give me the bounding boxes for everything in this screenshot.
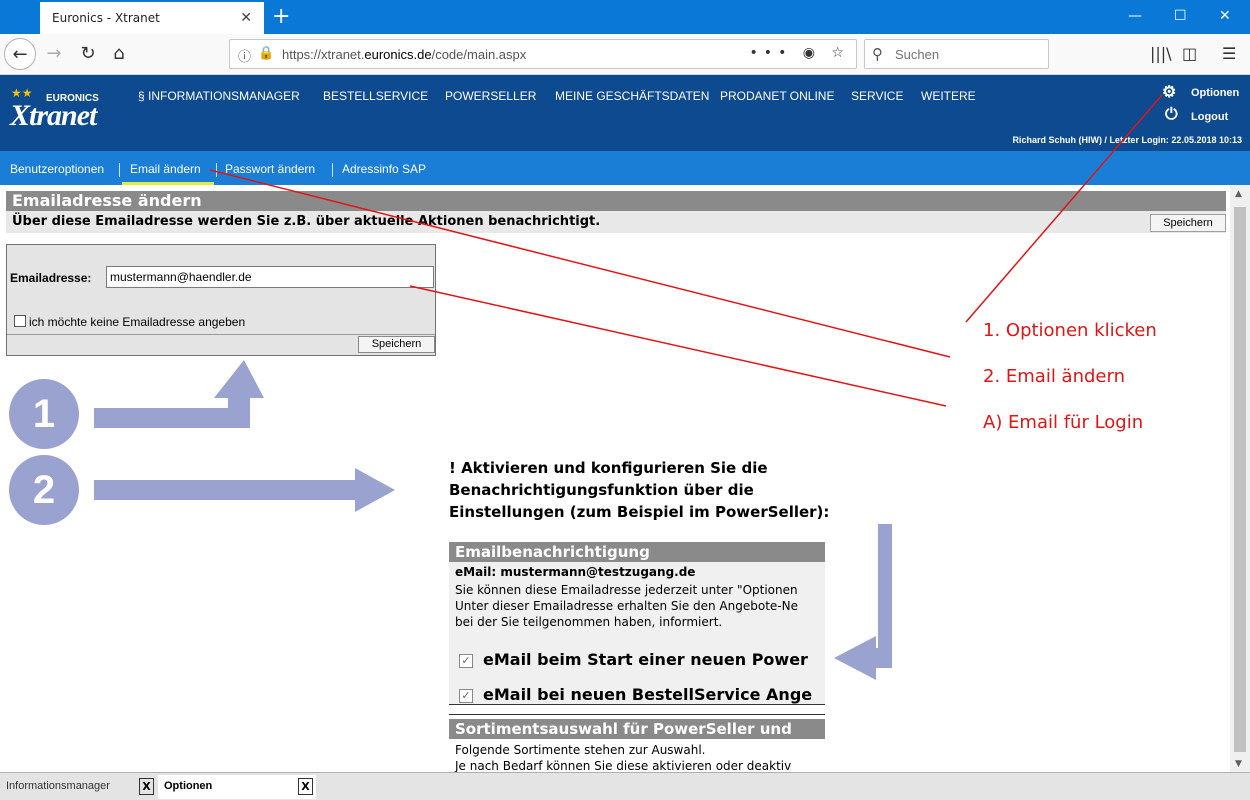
nav-geschaeftsdaten[interactable]: MEINE GESCHÄFTSDATEN	[555, 89, 709, 103]
divider	[216, 163, 217, 177]
close-tab-icon[interactable]: ✕	[240, 10, 252, 26]
scrollbar[interactable]: ▲ ▼	[1230, 185, 1250, 772]
scroll-down-icon[interactable]: ▼	[1235, 759, 1242, 769]
search-placeholder: Suchen	[895, 47, 940, 62]
page-actions-icon[interactable]: ••• ◉ ☆	[750, 45, 850, 61]
subnav-adressinfo-sap[interactable]: Adressinfo SAP	[342, 162, 426, 176]
nav-powerseller[interactable]: POWERSELLER	[445, 89, 536, 103]
browser-navbar: ← → ↻ ⌂ ⓘ 🔒 https://xtranet.euronics.de/…	[0, 34, 1250, 75]
url-bar[interactable]: ⓘ 🔒 https://xtranet.euronics.de/code/mai…	[229, 39, 857, 69]
url-text: https://xtranet.euronics.de/code/main.as…	[282, 47, 527, 62]
sidebar-icon[interactable]: ◫	[1182, 44, 1197, 63]
bottom-tab-informationsmanager[interactable]: Informationsmanager	[0, 775, 158, 799]
option-powerseller-start[interactable]: ✓ eMail beim Start einer neuen Power	[459, 650, 808, 669]
sortiment-text: Folgende Sortimente stehen zur Auswahl. …	[455, 743, 792, 772]
subnav-benutzeroptionen[interactable]: Benutzeroptionen	[10, 162, 104, 176]
email-form: Emailadresse: mustermann@haendler.de ich…	[6, 244, 436, 356]
nav-informationsmanager[interactable]: § INFORMATIONSMANAGER	[138, 89, 300, 103]
scroll-up-icon[interactable]: ▲	[1235, 189, 1242, 199]
nav-bestellservice[interactable]: BESTELLSERVICE	[323, 89, 428, 103]
notification-text: Sie können diese Emailadresse jederzeit …	[455, 583, 798, 629]
home-icon[interactable]: ⌂	[103, 38, 135, 70]
form-save-button[interactable]: Speichern	[358, 336, 435, 353]
annotation-step-a: A) Email für Login	[983, 412, 1144, 433]
option-bestellservice[interactable]: ✓ eMail bei neuen BestellService Ange	[459, 685, 812, 704]
checkbox-checked-icon[interactable]: ✓	[459, 688, 473, 703]
gear-icon: ⚙	[1162, 84, 1177, 101]
main-content: Emailadresse ändern Über diese Emailadre…	[0, 185, 1230, 772]
maximize-icon[interactable]: ☐	[1174, 8, 1187, 24]
bottom-tab-optionen[interactable]: Optionen	[158, 775, 316, 799]
browser-tab[interactable]: Euronics - Xtranet ✕	[40, 2, 264, 34]
section-subtitle: Über diese Emailadresse werden Sie z.B. …	[6, 211, 1226, 233]
back-icon[interactable]: ←	[4, 38, 36, 70]
site-header: ★★ EURONICS Xtranet § INFORMATIONSMANAGE…	[0, 75, 1250, 151]
search-icon: ⚲	[872, 45, 883, 63]
info-icon[interactable]: ⓘ	[238, 46, 251, 65]
annotation-step1: 1. Optionen klicken	[983, 320, 1157, 341]
divider	[7, 334, 435, 335]
scroll-thumb[interactable]	[1234, 207, 1246, 752]
menu-icon[interactable]: ☰	[1222, 44, 1236, 63]
divider	[449, 704, 825, 705]
sortiment-title: Sortimentsauswahl für PowerSeller und	[449, 719, 825, 739]
notification-email: eMail: mustermann@testzugang.de	[455, 565, 696, 579]
checkbox-checked-icon[interactable]: ✓	[459, 653, 473, 668]
reload-icon[interactable]: ↻	[72, 38, 104, 70]
section-save-button[interactable]: Speichern	[1150, 214, 1226, 232]
notification-body: eMail: mustermann@testzugang.de Sie könn…	[449, 562, 825, 704]
minimize-icon[interactable]: —	[1128, 8, 1142, 24]
new-tab-button[interactable]: +	[272, 4, 290, 29]
annotation-step2: 2. Email ändern	[983, 366, 1125, 387]
divider	[449, 714, 825, 715]
stars-icon: ★★	[11, 86, 33, 100]
forward-icon[interactable]: →	[38, 38, 70, 70]
euronics-logo[interactable]: ★★ EURONICS Xtranet	[8, 83, 118, 145]
nav-service[interactable]: SERVICE	[851, 89, 903, 103]
email-label: Emailadresse:	[10, 271, 92, 285]
step-1-marker: 1	[9, 379, 79, 449]
library-icon[interactable]: |||\	[1150, 44, 1172, 63]
notification-title: Emailbenachrichtigung	[449, 542, 825, 562]
notification-panel: Emailbenachrichtigung eMail: mustermann@…	[449, 542, 825, 772]
divider	[119, 163, 120, 177]
bottom-tab-bar: Informationsmanager X Optionen X	[0, 772, 1250, 800]
step-2-marker: 2	[9, 455, 79, 525]
sub-nav: Benutzeroptionen Email ändern Passwort ä…	[0, 151, 1250, 185]
close-window-icon[interactable]: ✕	[1219, 8, 1231, 24]
email-input[interactable]: mustermann@haendler.de	[106, 266, 434, 288]
nav-weitere[interactable]: WEITERE	[921, 89, 976, 103]
browser-titlebar: Euronics - Xtranet ✕ + — ☐ ✕	[0, 0, 1250, 34]
close-icon[interactable]: X	[298, 778, 313, 795]
subnav-passwort-aendern[interactable]: Passwort ändern	[225, 162, 315, 176]
user-info: Richard Schuh (HIW) / Letzter Login: 22.…	[1012, 135, 1242, 145]
instruction-text: ! Aktivieren und konfigurieren Sie die B…	[449, 459, 830, 521]
divider	[332, 163, 333, 177]
close-icon[interactable]: X	[139, 778, 154, 795]
search-bar[interactable]: ⚲ Suchen	[864, 39, 1049, 69]
nav-prodanet-online[interactable]: PRODANET ONLINE	[720, 89, 834, 103]
lock-icon: 🔒	[258, 46, 275, 61]
subnav-email-aendern[interactable]: Email ändern	[130, 162, 201, 176]
section-title: Emailadresse ändern	[6, 191, 1226, 211]
no-email-label: ich möchte keine Emailadresse angeben	[29, 315, 246, 329]
tab-title: Euronics - Xtranet	[52, 11, 160, 25]
no-email-checkbox[interactable]	[14, 315, 26, 327]
power-icon: ⏻	[1165, 106, 1178, 123]
